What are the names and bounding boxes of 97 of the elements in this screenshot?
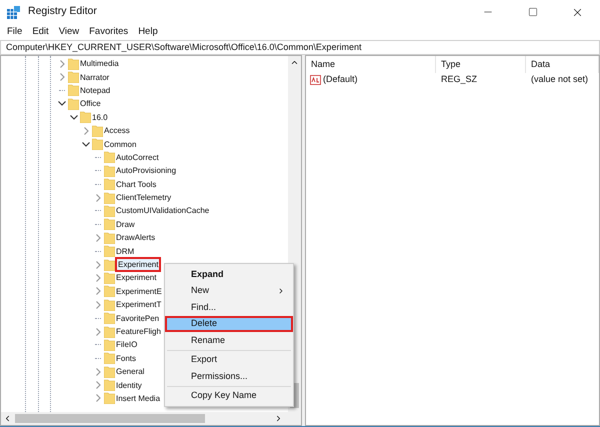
tree-item[interactable]: Identity bbox=[116, 380, 142, 391]
string-value-icon bbox=[310, 75, 321, 85]
tree-item[interactable]: CustomUIValidationCache bbox=[116, 205, 210, 216]
menu-option[interactable]: Rename bbox=[165, 332, 293, 348]
folder-icon bbox=[104, 178, 115, 190]
column-header[interactable]: Type bbox=[436, 56, 526, 73]
expand-icon[interactable] bbox=[96, 274, 100, 282]
folder-icon bbox=[104, 218, 115, 230]
folder-icon bbox=[104, 232, 115, 244]
scroll-up-icon[interactable] bbox=[290, 58, 299, 67]
column-header[interactable]: Name bbox=[306, 56, 436, 73]
registry-icon bbox=[7, 6, 20, 18]
tree-item[interactable]: FeatureFligh bbox=[116, 326, 161, 337]
folder-icon bbox=[68, 84, 79, 96]
horizontal-scrollbar[interactable] bbox=[1, 412, 301, 425]
tree-item[interactable]: ExperimentE bbox=[116, 286, 162, 297]
tree-item[interactable]: Fonts bbox=[116, 352, 136, 364]
collapse-icon[interactable] bbox=[58, 101, 66, 106]
menu-option[interactable]: Find... bbox=[165, 299, 293, 316]
folder-icon bbox=[104, 151, 115, 164]
tree-item[interactable]: AutoCorrect bbox=[116, 152, 159, 163]
folder-icon bbox=[68, 98, 79, 110]
tree-item[interactable]: Experiment bbox=[116, 272, 156, 284]
folder-icon bbox=[104, 272, 115, 284]
folder-icon bbox=[104, 245, 115, 258]
value-name: (Default) bbox=[323, 73, 358, 86]
expand-icon[interactable] bbox=[96, 260, 100, 269]
tree-item[interactable]: Common bbox=[104, 138, 136, 150]
expand-icon[interactable] bbox=[96, 328, 100, 336]
collapse-icon[interactable] bbox=[82, 142, 90, 147]
tree-item[interactable]: Multimedia bbox=[80, 58, 119, 70]
collapse-icon[interactable] bbox=[70, 114, 78, 120]
scroll-left-icon[interactable] bbox=[3, 414, 12, 423]
menu-option[interactable]: Export bbox=[165, 352, 293, 368]
expand-icon[interactable] bbox=[96, 300, 100, 309]
tree-item[interactable]: Narrator bbox=[80, 72, 110, 83]
folder-icon bbox=[68, 58, 79, 70]
tree-item[interactable]: Notepad bbox=[80, 84, 110, 96]
folder-icon bbox=[104, 326, 115, 338]
tree-item[interactable]: FileIO bbox=[116, 339, 138, 350]
expand-icon[interactable] bbox=[96, 381, 100, 390]
menu-item[interactable]: Help bbox=[138, 24, 158, 40]
folder-icon bbox=[92, 138, 103, 150]
maximize-icon bbox=[528, 7, 538, 17]
scroll-right-icon[interactable] bbox=[274, 414, 283, 423]
tree-item[interactable]: Office bbox=[80, 98, 101, 110]
folder-icon bbox=[104, 312, 115, 324]
menu-option[interactable]: Copy Key Name bbox=[165, 388, 293, 404]
tree-item[interactable]: Access bbox=[104, 125, 130, 136]
menu-option[interactable]: Permissions... bbox=[165, 368, 293, 384]
expand-icon[interactable] bbox=[96, 234, 100, 242]
folder-icon bbox=[80, 111, 91, 124]
folder-icon bbox=[92, 124, 103, 137]
menu-option[interactable]: Expand bbox=[165, 266, 293, 282]
folder-icon bbox=[104, 352, 115, 364]
expand-icon[interactable] bbox=[96, 368, 100, 376]
menu-item[interactable]: View bbox=[58, 24, 80, 40]
menu-item[interactable]: Edit bbox=[32, 24, 49, 40]
folder-icon bbox=[104, 164, 115, 177]
tree-item[interactable]: 16.0 bbox=[92, 112, 108, 123]
folder-icon bbox=[104, 204, 115, 217]
tree-item[interactable]: Draw bbox=[116, 218, 135, 230]
menu-option[interactable]: New bbox=[165, 282, 293, 299]
scroll-thumb[interactable] bbox=[15, 414, 205, 423]
tree-item[interactable]: ExperimentT bbox=[116, 299, 162, 310]
expand-icon[interactable] bbox=[84, 126, 88, 135]
tree-item[interactable]: FavoritePen bbox=[116, 312, 160, 324]
folder-icon bbox=[104, 379, 115, 392]
folder-icon bbox=[104, 338, 115, 351]
tree-item[interactable]: General bbox=[116, 366, 144, 378]
tree-item[interactable]: ClientTelemetry bbox=[116, 192, 172, 204]
tree-item[interactable]: AutoProvisioning bbox=[116, 165, 176, 176]
tree-item[interactable]: Chart Tools bbox=[116, 178, 156, 190]
menu-item[interactable]: File bbox=[7, 24, 22, 40]
folder-icon bbox=[104, 285, 115, 298]
submenu-icon bbox=[277, 286, 285, 295]
expand-icon[interactable] bbox=[96, 194, 100, 202]
folder-icon bbox=[68, 71, 79, 84]
expand-icon[interactable] bbox=[96, 287, 100, 296]
folder-icon bbox=[104, 366, 115, 378]
column-header[interactable]: Data bbox=[526, 56, 599, 73]
tree-item[interactable]: DRM bbox=[116, 246, 134, 257]
address-bar[interactable]: Computer\HKEY_CURRENT_USER\Software\Microsoft\Office\16.0\Common\Experiment bbox=[0, 40, 600, 55]
expand-icon[interactable] bbox=[60, 60, 64, 68]
tree-item[interactable]: DrawAlerts bbox=[116, 232, 156, 244]
tree-item[interactable]: Experiment bbox=[115, 257, 162, 272]
expand-icon[interactable] bbox=[60, 73, 64, 82]
folder-icon bbox=[104, 298, 115, 311]
tree-item[interactable]: Insert Media bbox=[116, 392, 160, 404]
window-title: Registry Editor bbox=[28, 4, 97, 20]
expand-icon[interactable] bbox=[96, 394, 100, 402]
value-type: REG_SZ bbox=[440, 73, 478, 86]
menu-item[interactable]: Favorites bbox=[89, 24, 128, 40]
value-data: (value not set) bbox=[530, 73, 588, 86]
folder-icon bbox=[104, 192, 115, 204]
menu-option[interactable]: Delete bbox=[165, 316, 293, 332]
folder-icon bbox=[104, 392, 115, 404]
